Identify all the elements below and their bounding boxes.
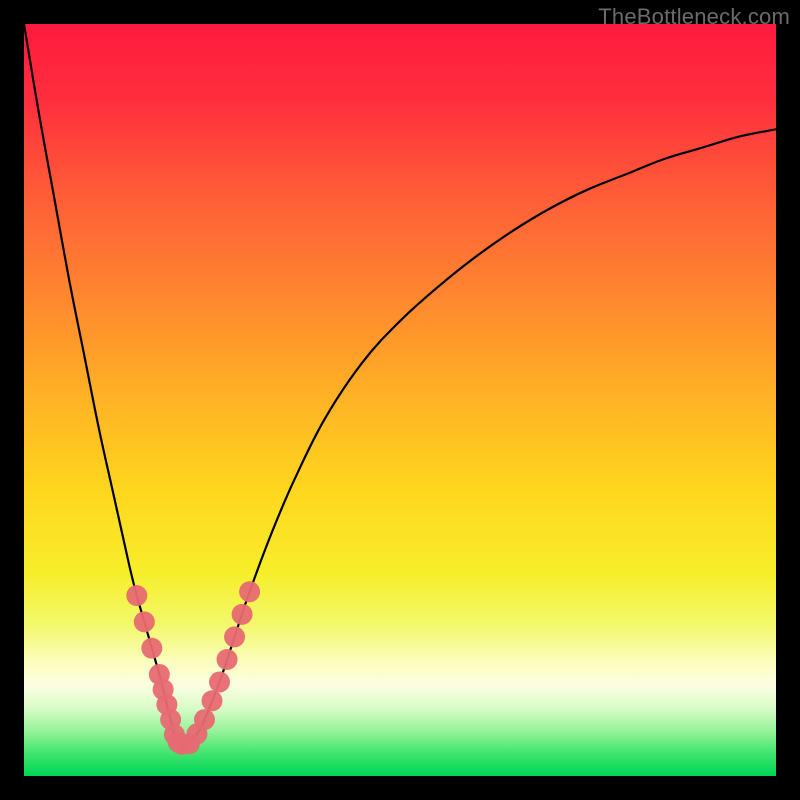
highlight-point: [141, 638, 162, 659]
bottleneck-chart: [24, 24, 776, 776]
highlight-point: [134, 611, 155, 632]
chart-frame: TheBottleneck.com: [0, 0, 800, 800]
highlight-point: [232, 604, 253, 625]
highlight-point: [194, 709, 215, 730]
highlight-point: [126, 585, 147, 606]
highlight-point: [202, 690, 223, 711]
gradient-background: [24, 24, 776, 776]
plot-area: [24, 24, 776, 776]
highlight-point: [239, 581, 260, 602]
highlight-point: [209, 672, 230, 693]
highlight-point: [217, 649, 238, 670]
highlight-point: [224, 626, 245, 647]
